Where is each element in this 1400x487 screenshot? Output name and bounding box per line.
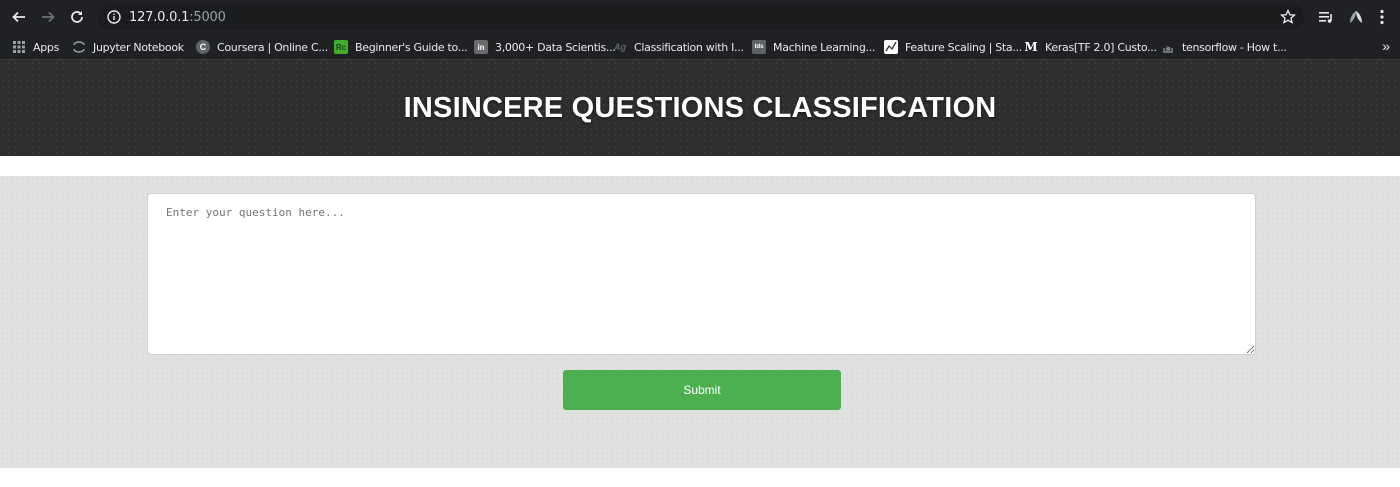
linkedin-icon: in [474, 40, 488, 54]
bookmark-label: Jupyter Notebook [93, 40, 184, 54]
extension-icon[interactable] [1347, 8, 1365, 26]
submit-button[interactable]: Submit [563, 370, 841, 410]
rc-icon: Rc [334, 40, 348, 54]
bookmark-label: Coursera | Online C... [217, 40, 328, 54]
bookmark-star-icon[interactable] [1280, 9, 1296, 25]
bookmark-label: Classification with I... [634, 40, 744, 54]
browser-toolbar: 127.0.0.1:5000 [0, 0, 1400, 34]
bookmark-label: tensorflow - How t... [1182, 40, 1287, 54]
bookmark-label: Beginner's Guide to... [355, 40, 468, 54]
reload-icon[interactable] [65, 5, 89, 29]
bookmarks-bar: Apps Jupyter Notebook C Coursera | Onlin… [0, 34, 1400, 60]
bookmark-label: Feature Scaling | Sta... [905, 40, 1022, 54]
url-text: 127.0.0.1:5000 [129, 10, 226, 25]
apps-grid-icon [12, 40, 26, 54]
reading-list-icon[interactable] [1317, 8, 1335, 26]
address-bar[interactable]: 127.0.0.1:5000 [98, 4, 1304, 30]
info-icon[interactable] [107, 10, 121, 24]
chart-icon [884, 40, 898, 54]
bookmark-label: Apps [33, 40, 60, 54]
bookmark-apps[interactable]: Apps [12, 38, 59, 56]
menu-kebab-icon[interactable] [1373, 8, 1391, 26]
page-title: INSINCERE QUESTIONS CLASSIFICATION [403, 92, 997, 124]
medium-icon: M [1024, 40, 1038, 54]
ag-icon: Ag [614, 42, 626, 52]
bookmarks-overflow-icon[interactable]: » [1382, 38, 1390, 54]
coursera-icon: C [196, 40, 210, 54]
bookmark-label: 3,000+ Data Scientis... [495, 40, 616, 54]
question-input[interactable] [147, 193, 1256, 355]
forward-icon[interactable] [36, 5, 60, 29]
question-form-panel: Submit [0, 176, 1400, 468]
jupyter-icon [72, 40, 86, 54]
stackoverflow-icon [1161, 40, 1175, 54]
url-host: 127.0.0.1 [129, 10, 190, 25]
back-icon[interactable] [7, 5, 31, 29]
bookmark-classification[interactable]: Ag Classification with I... [613, 38, 744, 56]
bookmark-beginners-guide[interactable]: Rc Beginner's Guide to... [334, 38, 468, 56]
bookmark-jupyter[interactable]: Jupyter Notebook [72, 38, 184, 56]
url-port: :5000 [189, 10, 226, 25]
header-banner: INSINCERE QUESTIONS CLASSIFICATION [0, 60, 1400, 156]
bookmark-keras[interactable]: M Keras[TF 2.0] Custo... [1024, 38, 1157, 56]
tds-icon: tds [752, 40, 766, 54]
bookmark-feature-scaling[interactable]: Feature Scaling | Sta... [884, 38, 1022, 56]
bookmark-coursera[interactable]: C Coursera | Online C... [196, 38, 328, 56]
bookmark-label: Keras[TF 2.0] Custo... [1045, 40, 1157, 54]
bookmark-machine-learning[interactable]: tds Machine Learning... [752, 38, 875, 56]
bookmark-data-scientists[interactable]: in 3,000+ Data Scientis... [474, 38, 616, 56]
bookmark-label: Machine Learning... [773, 40, 876, 54]
bookmark-tensorflow[interactable]: tensorflow - How t... [1161, 38, 1287, 56]
